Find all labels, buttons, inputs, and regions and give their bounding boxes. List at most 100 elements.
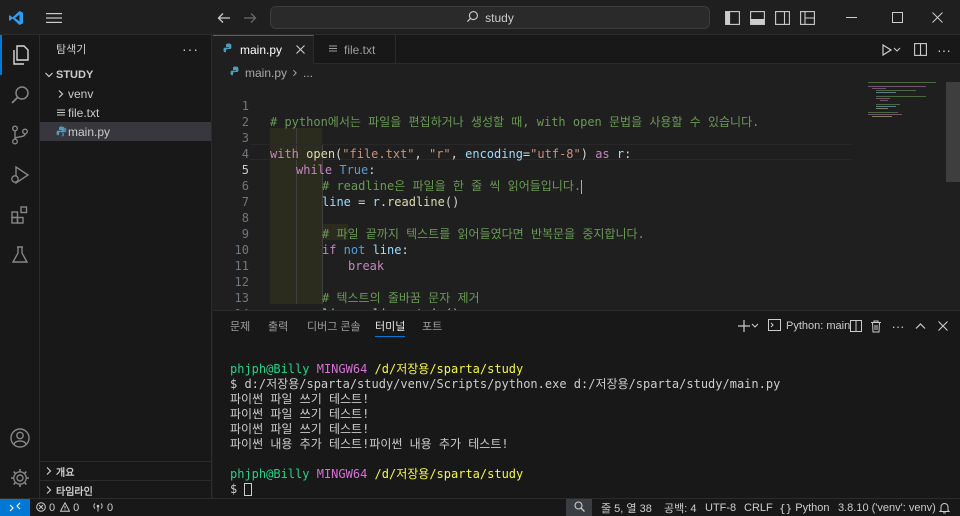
tab-main-py[interactable]: main.py (213, 35, 314, 64)
terminal-user: phjph@Billy (230, 467, 310, 481)
minimap-line (868, 112, 898, 113)
toggle-panel-icon[interactable] (747, 0, 767, 35)
code-line-2: 2 (213, 98, 853, 129)
breadcrumb-file[interactable]: main.py (245, 66, 287, 80)
minimap[interactable] (866, 82, 946, 142)
account-icon[interactable] (0, 418, 40, 458)
terminal-output-line: 파이썬 파일 쓰기 테스트! (230, 407, 370, 421)
code-editor[interactable]: 1 # python에서는 파일을 편집하거나 생성할 때, with open… (213, 82, 960, 310)
terminal-path: /d/저장용/sparta/study (374, 362, 524, 376)
cursor-position[interactable]: 줄 5, 열 38 (601, 499, 652, 516)
indentation[interactable]: 공백: 4 (664, 499, 696, 516)
terminal-name: Python: main (786, 320, 851, 332)
text-file-icon (328, 43, 338, 57)
bottom-panel: 문제 출력 디버그 콘솔 터미널 포트 Python: main ··· phj… (213, 310, 960, 498)
more-actions-icon[interactable]: ··· (182, 41, 199, 57)
explorer-header: 탐색기 ··· (40, 35, 211, 63)
extensions-icon[interactable] (0, 195, 40, 235)
maximize-panel-icon[interactable] (910, 311, 930, 341)
command-center-search[interactable]: study (270, 6, 710, 29)
zoom-indicator[interactable] (566, 499, 592, 516)
minimap-line (876, 98, 890, 99)
explorer-icon[interactable] (0, 35, 40, 75)
terminal-input-line[interactable]: $ (230, 482, 253, 497)
chevron-right-icon (291, 66, 299, 80)
split-editor-icon[interactable] (910, 35, 930, 64)
tab-file-txt[interactable]: file.txt (314, 35, 396, 64)
panel-tab-ports[interactable]: 포트 (422, 311, 442, 341)
terminal-path: /d/저장용/sparta/study (374, 467, 524, 481)
problems-indicator[interactable]: 0 0 (36, 499, 79, 516)
file-encoding[interactable]: UTF-8 (705, 499, 736, 516)
code-line-12: 12 # 텍스트의 줄바꿈 문자 제거 (213, 258, 853, 305)
split-terminal-icon[interactable] (846, 311, 866, 341)
panel-tab-output[interactable]: 출력 (268, 311, 288, 341)
panel-tab-problems[interactable]: 문제 (230, 311, 250, 341)
terminal-instance-selector[interactable]: Python: main (768, 311, 850, 341)
breadcrumb: main.py ... (213, 64, 960, 82)
source-control-icon[interactable] (0, 115, 40, 155)
tree-item-file-txt[interactable]: file.txt (40, 103, 211, 122)
minimize-icon[interactable] (828, 0, 874, 35)
code-line-11: 11 (213, 242, 853, 273)
tree-item-venv[interactable]: venv (40, 84, 211, 103)
close-icon[interactable] (914, 0, 960, 35)
toggle-secondary-sidebar-icon[interactable] (772, 0, 792, 35)
search-icon[interactable] (0, 75, 40, 115)
toggle-sidebar-icon[interactable] (722, 0, 742, 35)
settings-gear-icon[interactable] (0, 458, 40, 498)
broadcast-icon (92, 502, 104, 515)
minimap-line (868, 86, 926, 87)
tree-item-label: venv (68, 86, 94, 101)
more-actions-icon[interactable]: ··· (888, 311, 908, 341)
language-mode[interactable]: {} Python (779, 499, 830, 516)
code-line-4: 4 while True: (213, 130, 853, 177)
terminal-shell: MINGW64 (316, 467, 368, 481)
panel-tab-terminal[interactable]: 터미널 (375, 311, 406, 341)
outline-label: 개요 (56, 467, 75, 479)
breadcrumb-more[interactable]: ... (303, 66, 313, 80)
python-interpreter[interactable]: 3.8.10 ('venv': venv) (838, 499, 936, 516)
timeline-section-header[interactable]: 타임라인 (40, 480, 211, 499)
chevron-right-icon (42, 485, 56, 495)
remote-indicator[interactable] (0, 499, 30, 516)
folder-root-study[interactable]: STUDY (40, 65, 211, 84)
minimap-line (876, 90, 916, 91)
customize-layout-icon[interactable] (797, 0, 817, 35)
run-python-file-icon[interactable] (877, 35, 905, 64)
panel-tab-debug-console[interactable]: 디버그 콘솔 (307, 311, 361, 341)
warning-count: 0 (73, 502, 80, 514)
terminal-output-line: 파이썬 파일 쓰기 테스트! (230, 392, 370, 406)
tree-item-main-py[interactable]: main.py (40, 122, 211, 141)
back-arrow-icon[interactable] (212, 0, 236, 35)
minimap-line (880, 100, 888, 101)
trash-icon[interactable] (866, 311, 886, 341)
more-actions-icon[interactable]: ··· (933, 35, 955, 64)
code-line-10: 10 break (213, 226, 853, 273)
ports-indicator[interactable]: 0 (92, 499, 113, 516)
terminal-command: $ d:/저장용/sparta/study/venv/Scripts/pytho… (230, 377, 781, 391)
tree-item-label: main.py (68, 124, 111, 139)
minimap-line (872, 116, 892, 117)
editor-scrollbar[interactable] (946, 82, 960, 182)
editor-tabs: main.py file.txt ··· (213, 35, 960, 64)
menu-icon[interactable] (40, 0, 68, 35)
ports-count: 0 (107, 502, 114, 514)
outline-section-header[interactable]: 개요 (40, 461, 211, 480)
close-panel-icon[interactable] (933, 311, 953, 341)
activity-bar (0, 35, 40, 498)
new-terminal-icon[interactable] (735, 311, 761, 341)
timeline-label: 타임라인 (56, 486, 93, 498)
forward-arrow-icon[interactable] (238, 0, 262, 35)
text-file-icon (54, 108, 68, 118)
warning-icon (59, 501, 71, 515)
notifications-bell-icon[interactable] (934, 499, 954, 516)
folder-label: STUDY (56, 68, 94, 81)
end-of-line[interactable]: CRLF (744, 499, 773, 516)
run-debug-icon[interactable] (0, 155, 40, 195)
tab-close-icon[interactable] (296, 43, 305, 57)
tree-item-label: file.txt (68, 105, 100, 120)
code-line-6: 6 line = r.readline() (213, 162, 853, 209)
testing-icon[interactable] (0, 235, 40, 275)
braces-icon: {} (779, 501, 793, 515)
